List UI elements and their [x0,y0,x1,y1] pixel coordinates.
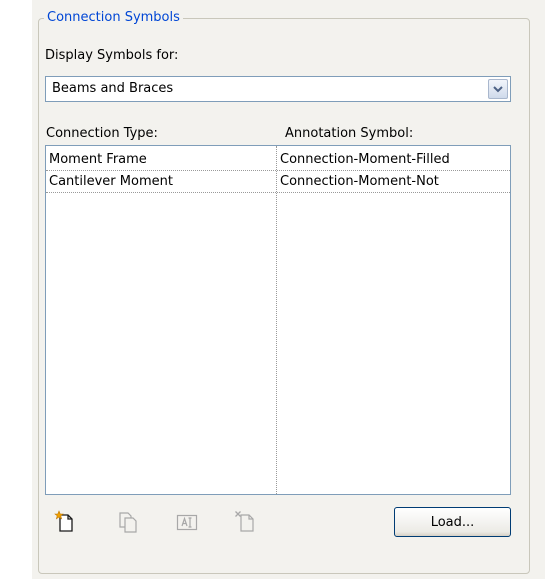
new-icon[interactable] [54,510,76,534]
column-divider [276,146,277,494]
display-symbols-dropdown[interactable]: Beams and Braces [45,76,511,102]
page: Connection Symbols Display Symbols for: … [0,0,545,579]
table-row[interactable]: Moment Frame Connection-Moment-Filled [46,149,510,171]
connection-type-header: Connection Type: [46,126,158,141]
chevron-down-icon [493,86,503,93]
connection-type-cell: Cantilever Moment [49,174,173,189]
rename-icon [176,510,198,534]
annotation-symbol-cell[interactable]: Connection-Moment-Not [280,174,439,190]
annotation-symbol-cell[interactable]: Connection-Moment-Filled [280,152,450,168]
table-row[interactable]: Cantilever Moment Connection-Moment-Not [46,171,510,193]
dropdown-arrow-button[interactable] [488,79,508,99]
annotation-symbol-header: Annotation Symbol: [285,126,414,141]
delete-icon [234,510,256,534]
duplicate-icon [117,510,139,534]
load-button[interactable]: Load... [394,507,511,537]
group-title: Connection Symbols [44,10,183,26]
display-symbols-label: Display Symbols for: [45,48,179,63]
connection-symbols-table[interactable]: Moment Frame Connection-Moment-Filled Ca… [45,145,511,495]
dropdown-selected-value: Beams and Braces [52,81,174,96]
connection-type-cell: Moment Frame [49,152,147,167]
